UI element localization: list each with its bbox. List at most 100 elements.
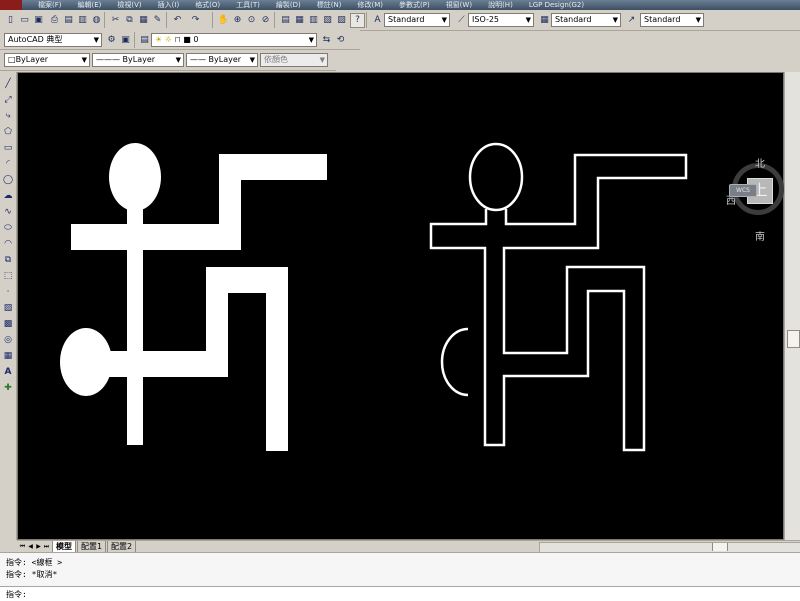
ellipse-icon[interactable]: ⬭ [2, 222, 14, 234]
viewcube[interactable]: 上 北 南 西 東 [726, 159, 795, 243]
insert-block-icon[interactable]: ⧉ [2, 254, 14, 266]
color-select[interactable]: □ByLayer ▼ [4, 53, 90, 67]
menu-item[interactable]: 視窗(W) [438, 0, 480, 10]
horizontal-scroll-thumb[interactable] [712, 543, 728, 551]
ellipse-arc-icon[interactable]: ◠ [2, 238, 14, 250]
menu-item[interactable]: 修改(M) [349, 0, 391, 10]
arc-icon[interactable]: ◜ [2, 158, 14, 170]
layer-manager-icon[interactable]: ▤ [137, 33, 152, 48]
menu-item[interactable]: 工具(T) [228, 0, 268, 10]
zoom-window-icon[interactable]: ⊙ [244, 13, 259, 28]
sun-icon: ☼ [164, 35, 172, 44]
color-value: ByLayer [15, 55, 49, 64]
cut-icon[interactable]: ✂ [108, 13, 123, 28]
linetype-select[interactable]: ——— ByLayer ▼ [92, 53, 184, 67]
dim-style-icon[interactable]: ⟋ [454, 13, 469, 28]
next-tab-icon[interactable]: ▶ [35, 542, 42, 551]
outline-figure[interactable] [429, 142, 688, 452]
construction-line-icon[interactable]: ⤢ [2, 94, 14, 106]
lineweight-value: ByLayer [208, 55, 242, 64]
menu-item[interactable]: 說明(H) [480, 0, 521, 10]
zoom-previous-icon[interactable]: ⊘ [258, 13, 273, 28]
table-icon[interactable]: ▦ [2, 350, 14, 362]
linetype-swatch-icon: ——— [96, 55, 120, 64]
compass-north-label[interactable]: 北 [755, 155, 765, 170]
lineweight-select[interactable]: —— ByLayer ▼ [186, 53, 258, 67]
line-icon[interactable]: ╱ [2, 78, 14, 90]
menu-item[interactable]: LGP Design(G2) [521, 0, 592, 10]
vertical-scroll-thumb[interactable] [787, 330, 800, 348]
plot-preview-icon[interactable]: ▤ [61, 13, 76, 28]
properties-icon[interactable]: ▤ [278, 13, 293, 28]
circle-icon[interactable]: ◯ [2, 174, 14, 186]
outline-head-ellipse [468, 142, 524, 212]
menu-item[interactable]: 插入(I) [150, 0, 188, 10]
rectangle-icon[interactable]: ▭ [2, 142, 14, 154]
table-style-icon[interactable]: ▦ [537, 13, 552, 28]
chevron-down-icon: ▼ [525, 16, 531, 24]
compass-south-label[interactable]: 南 [755, 228, 765, 243]
layer-previous-icon[interactable]: ⟲ [333, 33, 348, 48]
save-icon[interactable]: ▣ [31, 13, 46, 28]
menu-item[interactable]: 格式(O) [187, 0, 228, 10]
first-tab-icon[interactable]: ⏮ [19, 542, 26, 551]
workspace-select[interactable]: AutoCAD 典型 ▼ [4, 33, 102, 47]
vertical-scrollbar[interactable] [784, 72, 800, 540]
publish-icon[interactable]: ▥ [75, 13, 90, 28]
dim-style-select[interactable]: ISO-25 ▼ [468, 13, 534, 27]
menu-item[interactable]: 參數式(P) [391, 0, 438, 10]
menu-item[interactable]: 檔案(F) [30, 0, 70, 10]
polygon-icon[interactable]: ⬠ [2, 126, 14, 138]
markup-icon[interactable]: ▨ [334, 13, 349, 28]
help-icon[interactable]: ? [350, 13, 365, 28]
make-block-icon[interactable]: ⬚ [2, 270, 14, 282]
copy-icon[interactable]: ⧉ [122, 13, 137, 28]
menu-item[interactable]: 檢視(V) [109, 0, 149, 10]
3d-dwf-icon[interactable]: ◍ [89, 13, 104, 28]
zoom-realtime-icon[interactable]: ⊕ [230, 13, 245, 28]
text-style-icon[interactable]: A [370, 13, 385, 28]
application-menu-button[interactable] [0, 0, 22, 10]
wcs-menu-button[interactable]: WCS [729, 184, 757, 197]
match-properties-icon[interactable]: ✎ [150, 13, 165, 28]
menu-item[interactable]: 標註(N) [309, 0, 350, 10]
workspace-settings-icon[interactable]: ⚙ [104, 33, 119, 48]
plot-style-select[interactable]: 依顏色 ▼ [260, 53, 328, 67]
lock-icon: ⊓ [174, 35, 181, 44]
plot-icon[interactable]: ⎙ [47, 13, 62, 28]
last-tab-icon[interactable]: ⏭ [43, 542, 50, 551]
drawing-canvas[interactable]: 上 北 南 西 東 [17, 72, 795, 540]
prev-tab-icon[interactable]: ◀ [27, 542, 34, 551]
make-object-layer-current-icon[interactable]: ⇆ [319, 33, 334, 48]
menu-item[interactable]: 編輯(E) [70, 0, 110, 10]
region-icon[interactable]: ◎ [2, 334, 14, 346]
pan-icon[interactable]: ✋ [216, 13, 231, 28]
multileader-style-icon[interactable]: ↗ [624, 13, 639, 28]
gradient-icon[interactable]: ▩ [2, 318, 14, 330]
polyline-icon[interactable]: ⤷ [2, 110, 14, 122]
multiline-text-icon[interactable]: A [2, 366, 14, 378]
hatch-icon[interactable]: ▨ [2, 302, 14, 314]
add-selected-icon[interactable]: ✚ [2, 382, 14, 394]
table-style-select[interactable]: Standard ▼ [551, 13, 621, 27]
new-file-icon[interactable]: ▯ [3, 13, 18, 28]
menu-item[interactable]: 繪製(D) [268, 0, 309, 10]
workspace-layer-toolbar: AutoCAD 典型 ▼ ⚙ ▣ ▤ ☀ ☼ ⊓ ■ 0 ▼ ⇆ ⟲ [0, 30, 360, 50]
filled-figure[interactable] [60, 143, 327, 451]
tool-palettes-icon[interactable]: ▥ [306, 13, 321, 28]
paste-icon[interactable]: ▦ [136, 13, 151, 28]
revision-cloud-icon[interactable]: ☁ [2, 190, 14, 202]
open-file-icon[interactable]: ▭ [17, 13, 32, 28]
text-style-select[interactable]: Standard ▼ [384, 13, 450, 27]
layer-select[interactable]: ☀ ☼ ⊓ ■ 0 ▼ [151, 33, 317, 47]
point-icon[interactable]: · [2, 286, 14, 298]
redo-icon[interactable]: ↷ [188, 13, 203, 28]
workspace-save-icon[interactable]: ▣ [118, 33, 133, 48]
sheet-set-icon[interactable]: ▧ [320, 13, 335, 28]
multileader-style-select[interactable]: Standard ▼ [640, 13, 704, 27]
undo-icon[interactable]: ↶ [170, 13, 185, 28]
color-swatch-icon: □ [8, 55, 16, 64]
spline-icon[interactable]: ∿ [2, 206, 14, 218]
design-center-icon[interactable]: ▦ [292, 13, 307, 28]
command-line-input[interactable]: 指令: [0, 586, 800, 601]
